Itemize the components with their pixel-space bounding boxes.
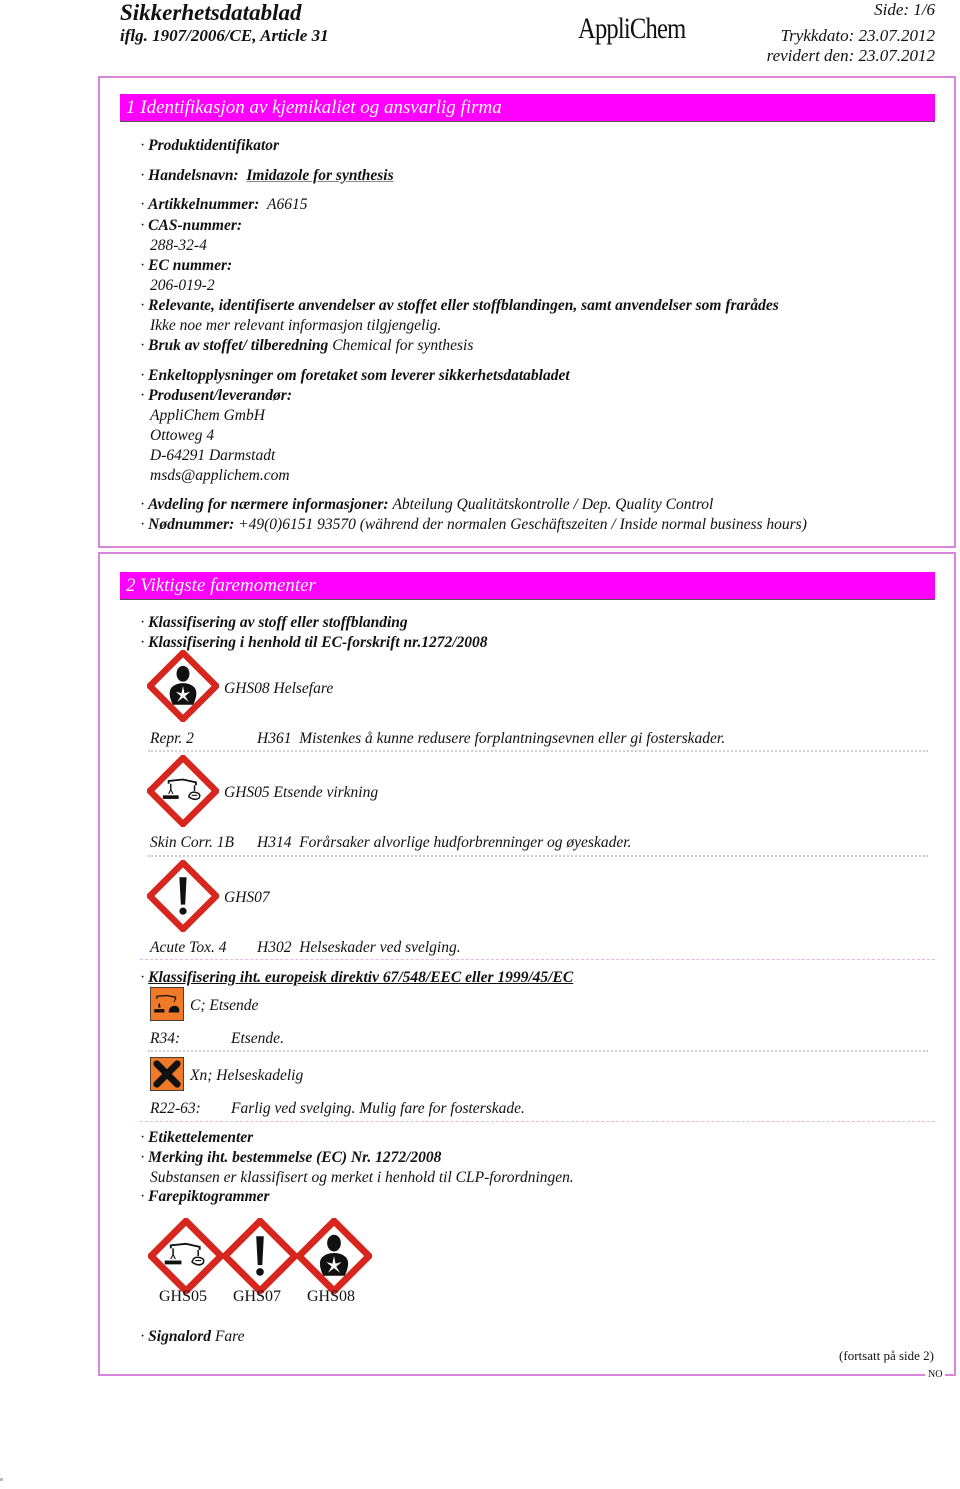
ghs07-caption: GHS07 xyxy=(224,889,270,906)
r22-63-phrase: R22-63: xyxy=(150,1100,201,1117)
language-code: NO xyxy=(925,1369,946,1380)
pictograms-label: Farepiktogrammer xyxy=(148,1188,270,1205)
dotted-separator xyxy=(148,1050,928,1052)
label-elements-row: · Etikettelementer xyxy=(140,1129,254,1146)
applichem-logo: AppliChem xyxy=(578,12,686,45)
uses-text: Ikke noe mer relevant informasjon tilgje… xyxy=(150,317,442,334)
dotted-separator xyxy=(148,750,928,752)
cas-label: CAS-nummer: xyxy=(148,217,243,234)
ghs05-caption: GHS05 Etsende virkning xyxy=(224,784,379,801)
ghs07-exclamation-icon xyxy=(147,860,219,932)
marking-text: Substansen er klassifisert og merket i h… xyxy=(150,1169,574,1186)
dashed-separator xyxy=(140,1121,935,1122)
producer-row: · Produsent/leverandør: xyxy=(140,387,292,404)
address-street: Ottoweg 4 xyxy=(150,427,215,444)
article-number-value: A6615 xyxy=(267,196,308,213)
ec-label-row: · EC nummer: xyxy=(140,257,233,274)
c-caption: C; Etsende xyxy=(190,997,259,1014)
section-2-header: 2 Viktigste faremomenter xyxy=(120,572,935,600)
cas-label-row: · CAS-nummer: xyxy=(140,217,243,234)
r22-63-text: Farlig ved svelging. Mulig fare for fost… xyxy=(231,1100,525,1117)
print-date: Trykkdato: 23.07.2012 xyxy=(780,26,935,45)
ghs08-h-text: Mistenkes å kunne redusere forplantnings… xyxy=(299,730,726,747)
ec-label: EC nummer: xyxy=(148,257,233,274)
r34-phrase: R34: xyxy=(150,1030,181,1047)
ec-value: 206-019-2 xyxy=(150,277,215,294)
use-value: Chemical for synthesis xyxy=(332,337,474,354)
ghs05-hazard-statement: H314 Forårsaker alvorlige hudforbrenning… xyxy=(257,833,631,852)
signal-word-value: Fare xyxy=(214,1328,245,1345)
article-number-row: · Artikkelnummer: A6615 xyxy=(140,196,308,213)
ghs08-caption: GHS08 Helsefare xyxy=(224,680,334,697)
dotted-separator xyxy=(148,855,928,857)
ghs07-category: Acute Tox. 4 xyxy=(150,939,227,956)
signal-word-row: · Signalord Fare xyxy=(140,1328,245,1345)
emergency-label: Nødnummer: xyxy=(148,516,235,533)
ghs08-pictogram-icon xyxy=(296,1218,372,1294)
label-elements-label: Etikettelementer xyxy=(148,1129,254,1146)
classification-row: · Klassifisering av stoff eller stoffblan… xyxy=(140,614,408,631)
marking-row: · Merking iht. bestemmelse (EC) Nr. 1272/… xyxy=(140,1149,442,1166)
document-title: Sikkerhetsdatablad xyxy=(120,0,302,25)
use-row: · Bruk av stoffet/ tilberedning Chemical … xyxy=(140,337,474,354)
pictogram-label-ghs05: GHS05 xyxy=(159,1288,208,1305)
product-identifier-label: Produktidentifikator xyxy=(148,137,280,154)
article-number-label: Artikkelnummer: xyxy=(148,196,260,213)
department-row: · Avdeling for nærmere informasjoner: Abt… xyxy=(140,496,714,513)
continued-note: (fortsatt på side 2) xyxy=(839,1348,934,1363)
classification-ec-label: Klassifisering i henhold til EC-forskrif… xyxy=(148,634,488,651)
ghs08-category: Repr. 2 xyxy=(150,730,194,747)
department-label: Avdeling for nærmere informasjoner: xyxy=(148,496,389,513)
c-corrosive-icon xyxy=(150,987,184,1021)
ghs07-h-text: Helseskader ved svelging. xyxy=(299,939,461,956)
use-label: Bruk av stoffet/ tilberedning xyxy=(148,337,329,354)
pictogram-label-ghs07: GHS07 xyxy=(233,1288,282,1305)
ghs07-pictogram-icon xyxy=(222,1218,298,1294)
ghs07-hazard-statement: H302 Helseskader ved svelging. xyxy=(257,938,461,957)
trade-name-value: Imidazole for synthesis xyxy=(246,167,394,184)
producer-label: Produsent/leverandør: xyxy=(148,387,292,404)
ghs05-corrosion-icon xyxy=(147,755,219,827)
supplier-details-label: Enkeltopplysninger om foretaket som leve… xyxy=(148,367,570,384)
department-value: Abteilung Qualitätskontrolle / Dep. Qual… xyxy=(392,496,714,513)
page-corner-mark xyxy=(0,1478,3,1481)
product-identifier: · Produktidentifikator xyxy=(140,137,280,154)
ghs05-h-code: H314 xyxy=(257,834,292,851)
signal-word-label: Signalord xyxy=(148,1328,212,1345)
pictogram-label-ghs08: GHS08 xyxy=(307,1288,356,1305)
emergency-value: +49(0)6151 93570 (während der normalen G… xyxy=(238,516,807,533)
eu-directive-row: · Klassifisering iht. europeisk direktiv … xyxy=(140,969,574,986)
section-1-header: 1 Identifikasjon av kjemikaliet og ansva… xyxy=(120,94,935,122)
email-link[interactable]: msds@applichem.com xyxy=(150,466,290,485)
address-company: AppliChem GmbH xyxy=(150,407,265,424)
xn-caption: Xn; Helseskadelig xyxy=(190,1067,304,1084)
eu-directive-label: Klassifisering iht. europeisk direktiv 6… xyxy=(148,969,574,986)
emergency-row: · Nødnummer: +49(0)6151 93570 (während de… xyxy=(140,516,807,533)
pictograms-row: · Farepiktogrammer xyxy=(140,1188,270,1205)
trade-name-row: · Handelsnavn: Imidazole for synthesis xyxy=(140,167,394,184)
ghs07-h-code: H302 xyxy=(257,939,292,956)
document-subtitle: iflg. 1907/2006/CE, Article 31 xyxy=(120,26,329,45)
classification-label: Klassifisering av stoff eller stoffbland… xyxy=(148,614,408,631)
supplier-details-row: · Enkeltopplysninger om foretaket som lev… xyxy=(140,367,570,384)
ghs08-hazard-statement: H361 Mistenkes å kunne redusere forplant… xyxy=(257,729,725,748)
ghs05-category: Skin Corr. 1B xyxy=(150,834,234,851)
trade-name-label: Handelsnavn: xyxy=(148,167,239,184)
uses-row: · Relevante, identifiserte anvendelser av… xyxy=(140,297,779,314)
ghs08-h-code: H361 xyxy=(257,730,292,747)
marking-label: Merking iht. bestemmelse (EC) Nr. 1272/2… xyxy=(148,1149,442,1166)
ghs08-health-hazard-icon xyxy=(147,650,219,722)
dashed-separator xyxy=(140,959,935,960)
address-city: D-64291 Darmstadt xyxy=(150,447,276,464)
page-number: Side: 1/6 xyxy=(874,0,935,19)
ghs05-pictogram-icon xyxy=(148,1218,224,1294)
uses-label: Relevante, identifiserte anvendelser av … xyxy=(148,297,779,314)
revision-date: revidert den: 23.07.2012 xyxy=(766,46,935,65)
r34-text: Etsende. xyxy=(231,1030,284,1047)
xn-harmful-icon xyxy=(150,1057,184,1091)
cas-value: 288-32-4 xyxy=(150,237,207,254)
ghs05-h-text: Forårsaker alvorlige hudforbrenninger og… xyxy=(299,834,632,851)
